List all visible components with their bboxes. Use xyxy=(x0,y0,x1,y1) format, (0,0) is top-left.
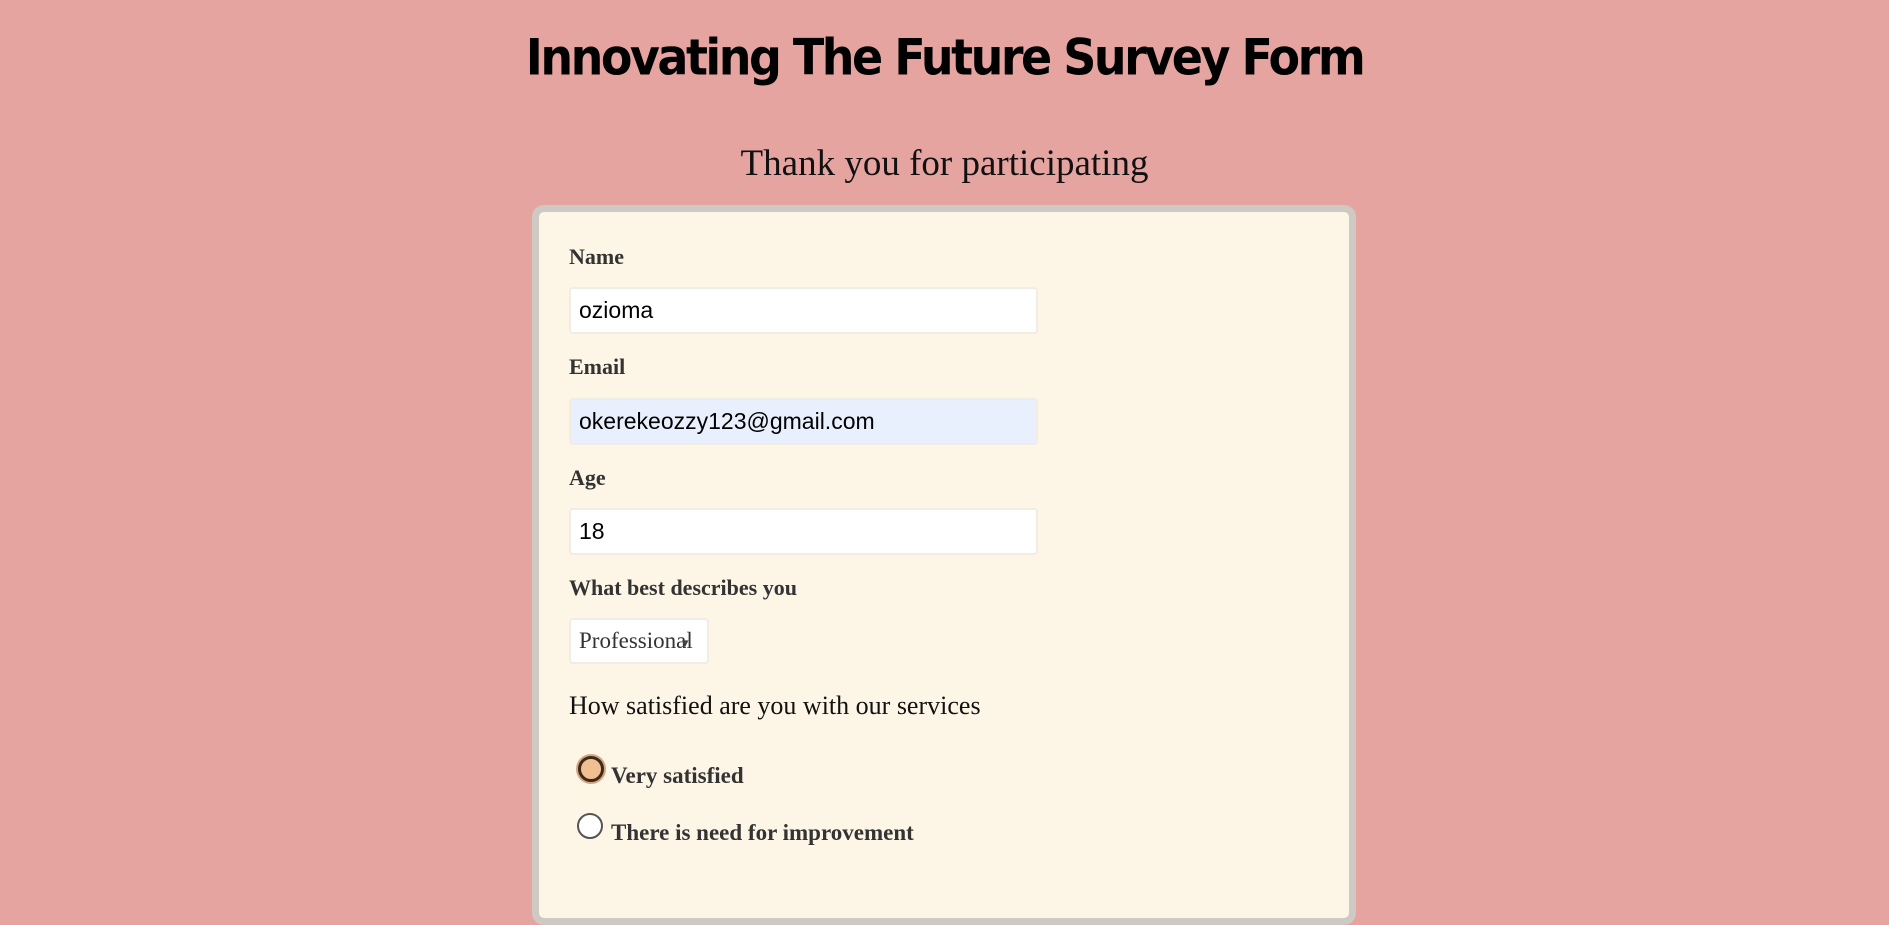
radio-need-improvement[interactable] xyxy=(577,813,603,839)
page-subtitle: Thank you for participating xyxy=(740,143,1149,184)
chevron-down-icon: ▾ xyxy=(682,635,689,650)
name-label: Name xyxy=(569,244,624,269)
role-select-value: Professional xyxy=(579,628,693,653)
role-label: What best describes you xyxy=(569,575,797,600)
radio-label-need-improvement: There is need for improvement xyxy=(611,820,914,845)
role-select[interactable]: Professional ▾ xyxy=(569,618,709,664)
radio-label-very-satisfied: Very satisfied xyxy=(611,763,744,788)
name-input[interactable] xyxy=(569,287,1038,334)
age-label: Age xyxy=(569,465,606,490)
satisfaction-question: How satisfied are you with our services xyxy=(569,691,981,720)
email-label: Email xyxy=(569,354,626,379)
email-input[interactable] xyxy=(569,398,1038,445)
age-input[interactable] xyxy=(569,508,1038,555)
page-title: Innovating The Future Survey Form xyxy=(525,27,1366,87)
radio-very-satisfied[interactable] xyxy=(578,756,604,782)
